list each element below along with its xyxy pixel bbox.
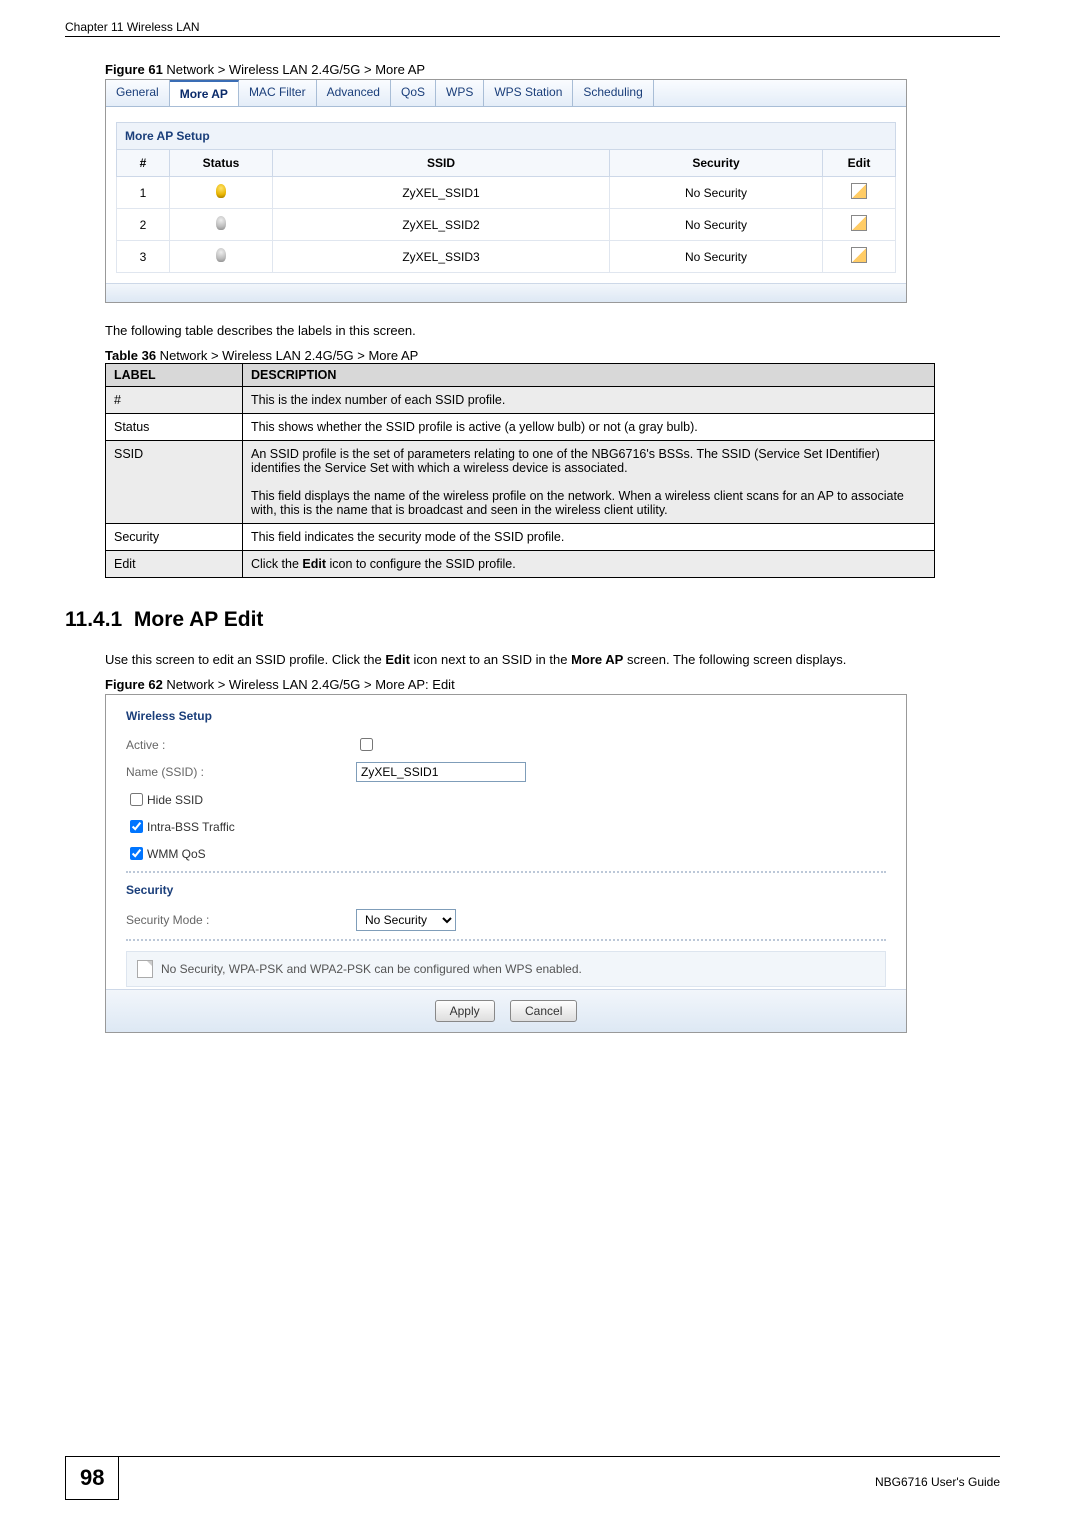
hide-ssid-label: Hide SSID <box>147 793 203 807</box>
heading-title: More AP Edit <box>134 608 264 631</box>
figure-61-rest: Network > Wireless LAN 2.4G/5G > More AP <box>163 62 425 77</box>
note-icon <box>137 960 153 978</box>
edit-icon[interactable] <box>851 247 867 263</box>
tab-mac-filter[interactable]: MAC Filter <box>239 80 317 106</box>
table-36-rest: Network > Wireless LAN 2.4G/5G > More AP <box>156 348 418 363</box>
security-mode-label: Security Mode : <box>126 913 356 927</box>
table-row: SSID An SSID profile is the set of param… <box>106 441 935 524</box>
col-security: Security <box>610 150 823 177</box>
col-ssid: SSID <box>273 150 610 177</box>
security-mode-select[interactable]: No Security <box>356 909 456 931</box>
page-header: Chapter 11 Wireless LAN <box>65 20 1000 37</box>
col-num: # <box>117 150 170 177</box>
desc-head-label: LABEL <box>106 364 243 387</box>
tab-wps[interactable]: WPS <box>436 80 484 106</box>
table-row: # This is the index number of each SSID … <box>106 387 935 414</box>
figure-62-caption: Figure 62 Network > Wireless LAN 2.4G/5G… <box>105 677 1000 692</box>
table-row: Status This shows whether the SSID profi… <box>106 414 935 441</box>
table-row: Edit Click the Edit icon to configure th… <box>106 551 935 578</box>
intra-bss-label: Intra-BSS Traffic <box>147 820 235 834</box>
intro-paragraph: The following table describes the labels… <box>105 323 1000 338</box>
tab-advanced[interactable]: Advanced <box>317 80 391 106</box>
table-row: 3 ZyXEL_SSID3 No Security <box>117 241 896 273</box>
divider <box>126 871 886 873</box>
chapter-label: Chapter 11 Wireless LAN <box>65 20 200 34</box>
guide-name: NBG6716 User's Guide <box>875 1469 1000 1489</box>
bulb-off-icon <box>216 216 226 230</box>
tab-wps-station[interactable]: WPS Station <box>484 80 573 106</box>
panel-footer-bar <box>106 283 906 302</box>
screenshot-more-ap: General More AP MAC Filter Advanced QoS … <box>105 79 907 303</box>
tab-scheduling[interactable]: Scheduling <box>573 80 653 106</box>
tab-general[interactable]: General <box>106 80 170 106</box>
screenshot-more-ap-edit: Wireless Setup Active : Name (SSID) : Hi… <box>105 694 907 1033</box>
col-edit: Edit <box>823 150 896 177</box>
section-paragraph: Use this screen to edit an SSID profile.… <box>105 652 1000 667</box>
description-table: LABEL DESCRIPTION # This is the index nu… <box>105 363 935 578</box>
wps-note: No Security, WPA-PSK and WPA2-PSK can be… <box>126 951 886 987</box>
edit-icon[interactable] <box>851 215 867 231</box>
active-label: Active : <box>126 738 356 752</box>
bulb-on-icon <box>216 184 226 198</box>
cancel-button[interactable]: Cancel <box>510 1000 577 1022</box>
page-number: 98 <box>65 1457 119 1500</box>
figure-62-bold: Figure 62 <box>105 677 163 692</box>
security-title: Security <box>126 883 886 897</box>
table-row: Security This field indicates the securi… <box>106 524 935 551</box>
divider <box>126 939 886 941</box>
section-heading: 11.4.1 More AP Edit <box>65 608 1000 632</box>
page-footer: 98 NBG6716 User's Guide <box>65 1456 1000 1500</box>
name-ssid-input[interactable] <box>356 762 526 782</box>
wireless-setup-title: Wireless Setup <box>126 709 886 723</box>
col-status: Status <box>170 150 273 177</box>
wps-note-text: No Security, WPA-PSK and WPA2-PSK can be… <box>161 962 582 976</box>
button-row: Apply Cancel <box>106 989 906 1032</box>
wmm-qos-checkbox[interactable] <box>130 847 143 860</box>
active-checkbox[interactable] <box>360 738 373 751</box>
edit-icon[interactable] <box>851 183 867 199</box>
more-ap-setup-title: More AP Setup <box>116 122 896 149</box>
table-row: 2 ZyXEL_SSID2 No Security <box>117 209 896 241</box>
name-ssid-label: Name (SSID) : <box>126 765 356 779</box>
tab-qos[interactable]: QoS <box>391 80 436 106</box>
heading-number: 11.4.1 <box>65 608 122 631</box>
more-ap-table: # Status SSID Security Edit 1 ZyXEL_SSID… <box>116 149 896 273</box>
table-row: 1 ZyXEL_SSID1 No Security <box>117 177 896 209</box>
desc-head-desc: DESCRIPTION <box>243 364 935 387</box>
intra-bss-checkbox[interactable] <box>130 820 143 833</box>
figure-62-rest: Network > Wireless LAN 2.4G/5G > More AP… <box>163 677 455 692</box>
wmm-qos-label: WMM QoS <box>147 847 206 861</box>
hide-ssid-checkbox[interactable] <box>130 793 143 806</box>
apply-button[interactable]: Apply <box>435 1000 495 1022</box>
table-36-bold: Table 36 <box>105 348 156 363</box>
bulb-off-icon <box>216 248 226 262</box>
figure-61-caption: Figure 61 Network > Wireless LAN 2.4G/5G… <box>105 62 1000 77</box>
tab-more-ap[interactable]: More AP <box>170 80 239 106</box>
table-36-caption: Table 36 Network > Wireless LAN 2.4G/5G … <box>105 348 1000 363</box>
tab-bar: General More AP MAC Filter Advanced QoS … <box>106 80 906 107</box>
figure-61-bold: Figure 61 <box>105 62 163 77</box>
